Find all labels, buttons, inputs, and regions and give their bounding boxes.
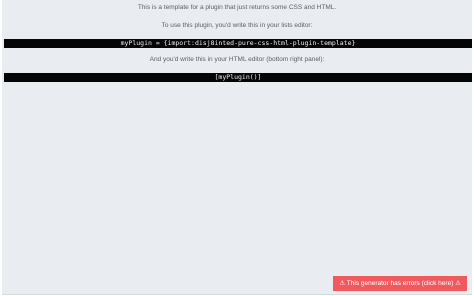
html-code-block: [myPlugin()]: [4, 73, 472, 82]
html-instruction: And you'd write this in your HTML editor…: [149, 56, 325, 63]
page: This is a template for a plugin that jus…: [0, 0, 474, 296]
lists-instruction: To use this plugin, you'd write this in …: [161, 22, 313, 29]
generator-errors-button[interactable]: ⚠ This generator has errors (click here)…: [333, 276, 467, 291]
intro-text: This is a template for a plugin that jus…: [137, 4, 337, 11]
output-panel: This is a template for a plugin that jus…: [2, 0, 472, 295]
lists-code-block: myPlugin = {import:disj8inted-pure-css-h…: [4, 39, 472, 48]
